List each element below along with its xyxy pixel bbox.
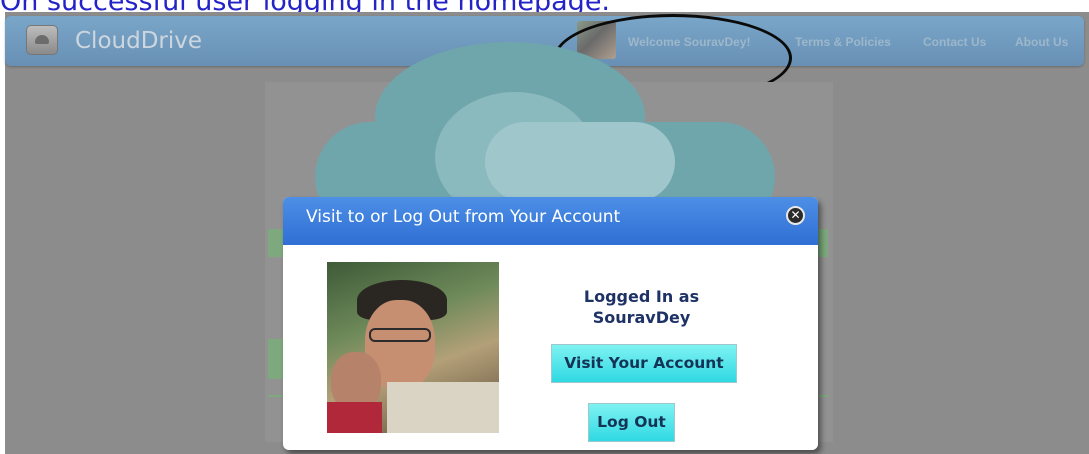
logged-in-label: Logged In as <box>583 287 700 306</box>
photo-red-cloth <box>327 402 382 433</box>
logged-in-username: SouravDey <box>592 308 691 327</box>
photo-shirt <box>387 382 499 433</box>
log-out-button[interactable]: Log Out <box>588 403 675 442</box>
modal-title: Visit to or Log Out from Your Account <box>306 207 621 227</box>
cloud-graphic-inner <box>485 122 675 202</box>
nav-terms-link[interactable]: Terms & Policies <box>795 35 891 49</box>
clouddrive-logo-icon[interactable] <box>26 25 58 55</box>
visit-account-button[interactable]: Visit Your Account <box>551 344 737 383</box>
account-modal: Visit to or Log Out from Your Account ✕ … <box>283 197 818 450</box>
photo-glasses <box>369 328 431 342</box>
brand-name[interactable]: CloudDrive <box>75 28 202 54</box>
modal-header: Visit to or Log Out from Your Account ✕ <box>283 197 818 245</box>
close-icon[interactable]: ✕ <box>786 206 805 225</box>
logged-in-status: Logged In as SouravDey <box>575 286 708 328</box>
nav-contact-link[interactable]: Contact Us <box>923 35 986 49</box>
nav-about-link[interactable]: About Us <box>1015 35 1068 49</box>
user-profile-photo <box>327 262 499 433</box>
